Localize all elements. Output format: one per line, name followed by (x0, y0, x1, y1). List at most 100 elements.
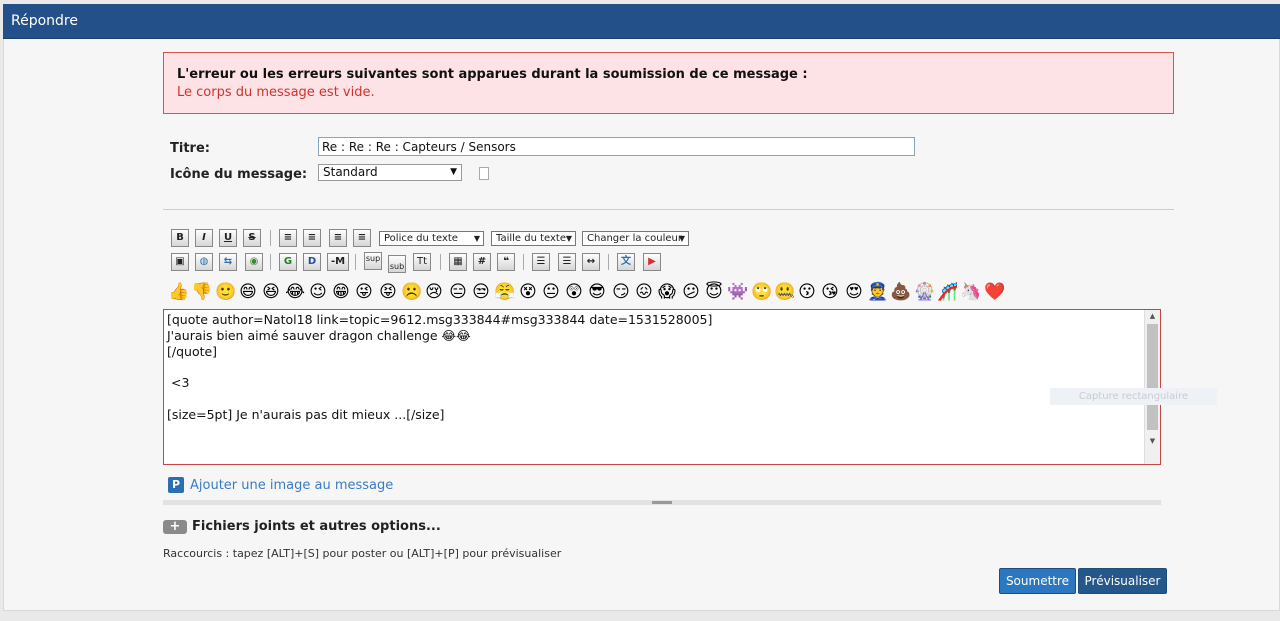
emoji-button[interactable]: 🦄 (960, 282, 981, 302)
align-left-2-icon[interactable]: ≡ (303, 229, 321, 247)
toolbar-separator (608, 254, 609, 270)
emoji-button[interactable]: 😘 (820, 282, 840, 302)
editor-scrollbar[interactable]: ▲ ▼ (1144, 310, 1160, 464)
emoji-button[interactable]: 😉 (308, 282, 328, 302)
ordered-list-icon[interactable]: ☰ (558, 253, 576, 271)
scroll-thumb[interactable] (1147, 324, 1158, 430)
emoji-button[interactable]: 😱 (657, 282, 677, 302)
emoji-button[interactable]: 😎 (587, 282, 607, 302)
emoji-button[interactable]: 😝 (378, 282, 398, 302)
emoji-button[interactable]: 🙄 (751, 282, 772, 302)
emoji-button[interactable]: 👾 (727, 282, 748, 302)
add-image-link[interactable]: Ajouter une image au message (190, 478, 393, 493)
editor-resize-bar[interactable] (163, 500, 1161, 505)
ftp-icon[interactable]: ⇆ (219, 253, 237, 271)
image-icon[interactable]: ◉ (245, 253, 263, 271)
emoji-button[interactable]: 😁 (331, 282, 351, 302)
shadow-button[interactable]: D (303, 253, 321, 271)
emoji-button[interactable]: 😍 (844, 282, 864, 302)
toolbar-separator (270, 254, 271, 270)
emoji-button[interactable]: 😗 (797, 282, 817, 302)
emoji-button[interactable]: 😒 (471, 282, 491, 302)
align-left-icon[interactable]: ≡ (279, 229, 297, 247)
submit-button[interactable]: Soumettre (999, 568, 1076, 594)
document-icon (479, 167, 489, 180)
emoji-button[interactable]: 😏 (611, 282, 631, 302)
emoji-button[interactable]: 😖 (634, 282, 654, 302)
message-icon-select[interactable]: Standard ▼ (318, 164, 462, 181)
italic-button[interactable]: I (195, 229, 213, 247)
emoji-button[interactable]: 😵 (518, 282, 538, 302)
drag-handle-icon[interactable] (652, 501, 672, 504)
list-icon[interactable]: ☰ (532, 253, 550, 271)
emoji-button[interactable]: ❤️ (984, 282, 1005, 302)
emoji-button[interactable]: 😲 (564, 282, 584, 302)
strike-button[interactable]: S (243, 229, 261, 247)
code-button[interactable]: # (473, 253, 491, 271)
toolbar-separator (355, 254, 356, 270)
align-center-icon[interactable]: ≡ (329, 229, 347, 247)
font-select[interactable]: Police du texte ▼ (379, 231, 484, 246)
attachments-toggle[interactable]: Fichiers joints et autres options... (192, 519, 441, 534)
color-select-label: Changer la couleur (587, 233, 682, 244)
emoji-button[interactable]: 😕 (681, 282, 701, 302)
emoji-button[interactable]: 🤐 (774, 282, 795, 302)
error-title: L'erreur ou les erreurs suivantes sont a… (177, 67, 808, 82)
expand-button[interactable]: + (163, 520, 187, 534)
error-box: L'erreur ou les erreurs suivantes sont a… (163, 52, 1174, 114)
align-right-icon[interactable]: ≡ (353, 229, 371, 247)
color-select[interactable]: Changer la couleur ▼ (582, 231, 689, 246)
size-select-label: Taille du texte (496, 233, 566, 244)
emoji-button[interactable]: 😇 (704, 282, 724, 302)
flash-icon[interactable]: ▣ (171, 253, 189, 271)
chevron-down-icon: ▼ (565, 234, 572, 243)
toolbar-separator (523, 254, 524, 270)
bold-button[interactable]: B (171, 229, 189, 247)
subscript-button[interactable]: sub (388, 255, 406, 273)
reply-header: Répondre (3, 4, 1280, 39)
emoji-button[interactable]: 😄 (238, 282, 258, 302)
page-title: Répondre (11, 13, 78, 29)
size-select[interactable]: Taille du texte ▼ (491, 231, 576, 246)
superscript-button[interactable]: sup (364, 252, 382, 270)
glow-button[interactable]: G (279, 253, 297, 271)
teletype-button[interactable]: Tt (413, 253, 431, 271)
chevron-down-icon: ▼ (678, 234, 685, 243)
globe-icon[interactable]: ◍ (195, 253, 213, 271)
emoji-button[interactable]: ☹️ (401, 282, 422, 302)
emoji-button[interactable]: 😜 (354, 282, 374, 302)
emoji-button[interactable]: 👮 (867, 282, 888, 302)
capture-overlay: Capture rectangulaire (1050, 388, 1217, 405)
emoji-button[interactable]: 🙂 (215, 282, 236, 302)
emoji-button[interactable]: 👍 (168, 282, 189, 302)
preview-button[interactable]: Prévisualiser (1078, 568, 1167, 594)
move-button[interactable]: -M (327, 253, 349, 271)
message-text[interactable]: [quote author=Natol18 link=topic=9612.ms… (167, 312, 712, 423)
emoji-button[interactable]: 😢 (424, 282, 444, 302)
toolbar-separator (270, 230, 271, 246)
emoji-button[interactable]: 😂 (285, 282, 305, 302)
shortcuts-hint: Raccourcis : tapez [ALT]+[S] pour poster… (163, 547, 562, 560)
emoji-button[interactable]: 😤 (494, 282, 515, 302)
emoji-button[interactable]: 🎡 (914, 282, 935, 302)
underline-button[interactable]: U (219, 229, 237, 247)
table-icon[interactable]: ▦ (449, 253, 467, 271)
title-input[interactable] (318, 137, 915, 156)
horizontal-rule-icon[interactable]: ↔ (582, 253, 600, 271)
divider (163, 209, 1174, 210)
quote-icon[interactable]: ❝ (497, 253, 515, 271)
pdf-icon[interactable]: ▶ (643, 253, 661, 271)
error-message: Le corps du message est vide. (177, 85, 375, 100)
message-editor[interactable]: [quote author=Natol18 link=topic=9612.ms… (163, 309, 1161, 465)
emoji-button[interactable]: 💩 (890, 282, 911, 302)
toolbar-separator (440, 254, 441, 270)
add-image-icon[interactable]: P (168, 477, 184, 493)
scroll-up-icon[interactable]: ▲ (1145, 312, 1160, 320)
emoji-button[interactable]: 😑 (448, 282, 468, 302)
emoji-button[interactable]: 👎 (191, 282, 212, 302)
scroll-down-icon[interactable]: ▼ (1145, 437, 1160, 445)
emoji-button[interactable]: 😐 (541, 282, 561, 302)
emoji-button[interactable]: 🎢 (937, 282, 958, 302)
translate-icon[interactable]: 文 (617, 253, 635, 271)
emoji-button[interactable]: 😆 (261, 282, 281, 302)
